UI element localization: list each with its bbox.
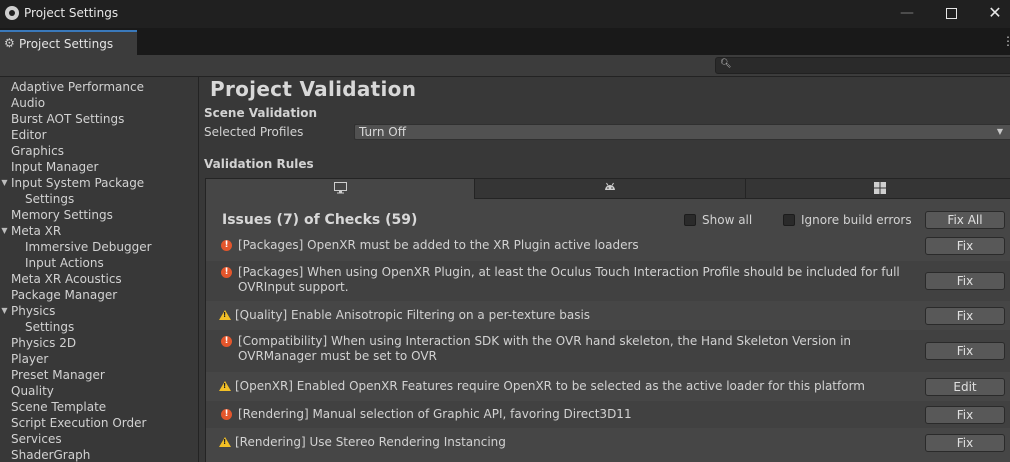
show-all-label: Show all [702, 213, 753, 227]
page-title: Project Validation [210, 77, 417, 101]
selected-profiles-dropdown[interactable]: Turn Off ▼ [354, 124, 1010, 140]
fix-button[interactable]: Fix [925, 342, 1005, 360]
edit-button[interactable]: Edit [925, 378, 1005, 396]
maximize-icon [945, 8, 957, 19]
maximize-button[interactable] [928, 0, 974, 28]
ignore-build-errors-checkbox[interactable] [783, 214, 795, 226]
sidebar-item[interactable]: Settings [25, 319, 74, 335]
sidebar-item[interactable]: Editor [11, 127, 47, 143]
fix-button[interactable]: Fix [925, 434, 1005, 452]
expand-caret-icon[interactable]: ▼ [0, 175, 9, 191]
more-options-icon[interactable]: ⋮ [1002, 35, 1010, 47]
windows-icon [874, 182, 886, 196]
rule-message: [Packages] OpenXR must be added to the X… [238, 238, 639, 252]
fix-button[interactable]: Fix [925, 272, 1005, 290]
show-all-checkbox[interactable] [684, 214, 696, 226]
dropdown-arrow-icon: ▼ [996, 127, 1003, 136]
search-input[interactable]: 🔍︎ [715, 57, 1010, 74]
settings-sidebar: Adaptive Performance Audio Burst AOT Setti… [0, 77, 199, 462]
sidebar-item[interactable]: Memory Settings [11, 207, 113, 223]
validation-rule-row: ! [Packages] OpenXR must be added to the … [206, 233, 1010, 258]
validation-rule-row: ! [Rendering] Use Stereo Rendering Instan… [206, 429, 1010, 456]
rule-message: [Quality] Enable Anisotropic Filtering o… [235, 308, 591, 322]
sidebar-item[interactable]: Settings [25, 191, 74, 207]
warning-icon: ! [219, 381, 231, 391]
sidebar-item[interactable]: Package Manager [11, 287, 117, 303]
sidebar-item[interactable]: Audio [11, 95, 45, 111]
sidebar-item[interactable]: Input Actions [25, 255, 104, 271]
tab-standalone[interactable] [205, 178, 475, 199]
sidebar-item[interactable]: Burst AOT Settings [11, 111, 124, 127]
sidebar-item[interactable]: Preset Manager [11, 367, 105, 383]
android-icon [604, 182, 616, 194]
validation-rule-row: ! [Quality] Enable Anisotropic Filtering … [206, 302, 1010, 329]
validation-rule-row: ! [Compatibility] When using Interaction … [206, 330, 1010, 372]
sidebar-item[interactable]: Player [11, 351, 48, 367]
sidebar-item[interactable]: Scene Template [11, 399, 106, 415]
sidebar-item[interactable]: Meta XR Acoustics [11, 271, 122, 287]
issues-title: Issues (7) of Checks (59) [222, 212, 418, 228]
fix-all-button[interactable]: Fix All [925, 211, 1005, 229]
error-icon: ! [221, 240, 232, 251]
error-icon: ! [221, 409, 232, 420]
sidebar-item[interactable]: Adaptive Performance [11, 79, 144, 95]
scene-validation-heading: Scene Validation [204, 106, 318, 120]
tab-label: Project Settings [19, 37, 114, 51]
sidebar-item[interactable]: Physics 2D [11, 335, 76, 351]
validation-rule-row: ! [Packages] When using OpenXR Plugin, at… [206, 261, 1010, 301]
sidebar-item[interactable]: Immersive Debugger [25, 239, 152, 255]
issues-panel: Issues (7) of Checks (59) Show all Ignor… [205, 199, 1010, 462]
window-title: Project Settings [24, 6, 119, 20]
validation-rule-row: ! [OpenXR] Enabled OpenXR Features requir… [206, 373, 1010, 400]
sidebar-item[interactable]: Services [11, 431, 62, 447]
selected-profiles-label: Selected Profiles [204, 125, 304, 139]
tab-bar: ⚙ Project Settings ⋮ [0, 28, 1010, 55]
error-icon: ! [221, 267, 232, 278]
sidebar-item[interactable]: Script Execution Order [11, 415, 146, 431]
search-icon: 🔍︎ [720, 59, 732, 69]
ignore-build-errors-label: Ignore build errors [801, 213, 912, 227]
sidebar-item[interactable]: Input System Package [11, 175, 144, 191]
rule-message: [Rendering] Use Stereo Rendering Instanc… [235, 435, 506, 449]
tab-project-settings[interactable]: ⚙ Project Settings [0, 30, 137, 55]
platform-tabs [205, 178, 1010, 199]
main-panel: Project Validation Scene Validation Sele… [200, 77, 1010, 462]
fix-button[interactable]: Fix [925, 237, 1005, 255]
rule-message: [Packages] When using OpenXR Plugin, at … [238, 265, 900, 294]
minimize-button[interactable]: — [884, 0, 930, 28]
error-icon: ! [221, 336, 232, 347]
search-toolbar: 🔍︎ [0, 55, 1010, 77]
sidebar-item[interactable]: Graphics [11, 143, 64, 159]
sidebar-item[interactable]: Input Manager [11, 159, 99, 175]
warning-icon: ! [219, 437, 231, 447]
rule-message: [Rendering] Manual selection of Graphic … [238, 407, 632, 421]
tab-windows[interactable] [745, 178, 1010, 199]
sidebar-item[interactable]: Physics [11, 303, 55, 319]
monitor-icon [333, 182, 347, 196]
fix-button[interactable]: Fix [925, 406, 1005, 424]
sidebar-item[interactable]: Quality [11, 383, 54, 399]
validation-rules-heading: Validation Rules [204, 157, 314, 171]
rule-message: [OpenXR] Enabled OpenXR Features require… [235, 379, 865, 393]
sidebar-item[interactable]: Meta XR [11, 223, 61, 239]
expand-caret-icon[interactable]: ▼ [0, 303, 9, 319]
title-bar: Project Settings — ✕ [0, 0, 1010, 28]
sidebar-item[interactable]: ShaderGraph [11, 447, 90, 462]
expand-caret-icon[interactable]: ▼ [0, 223, 9, 239]
warning-icon: ! [219, 310, 231, 320]
fix-button[interactable]: Fix [925, 307, 1005, 325]
tab-android[interactable] [474, 178, 746, 199]
validation-rule-row: ! [Rendering] Manual selection of Graphic… [206, 401, 1010, 428]
unity-app-icon [5, 6, 19, 20]
selected-profiles-value: Turn Off [359, 125, 406, 139]
rule-message: [Compatibility] When using Interaction S… [238, 334, 852, 363]
gear-icon: ⚙ [4, 36, 15, 50]
close-button[interactable]: ✕ [972, 0, 1010, 28]
